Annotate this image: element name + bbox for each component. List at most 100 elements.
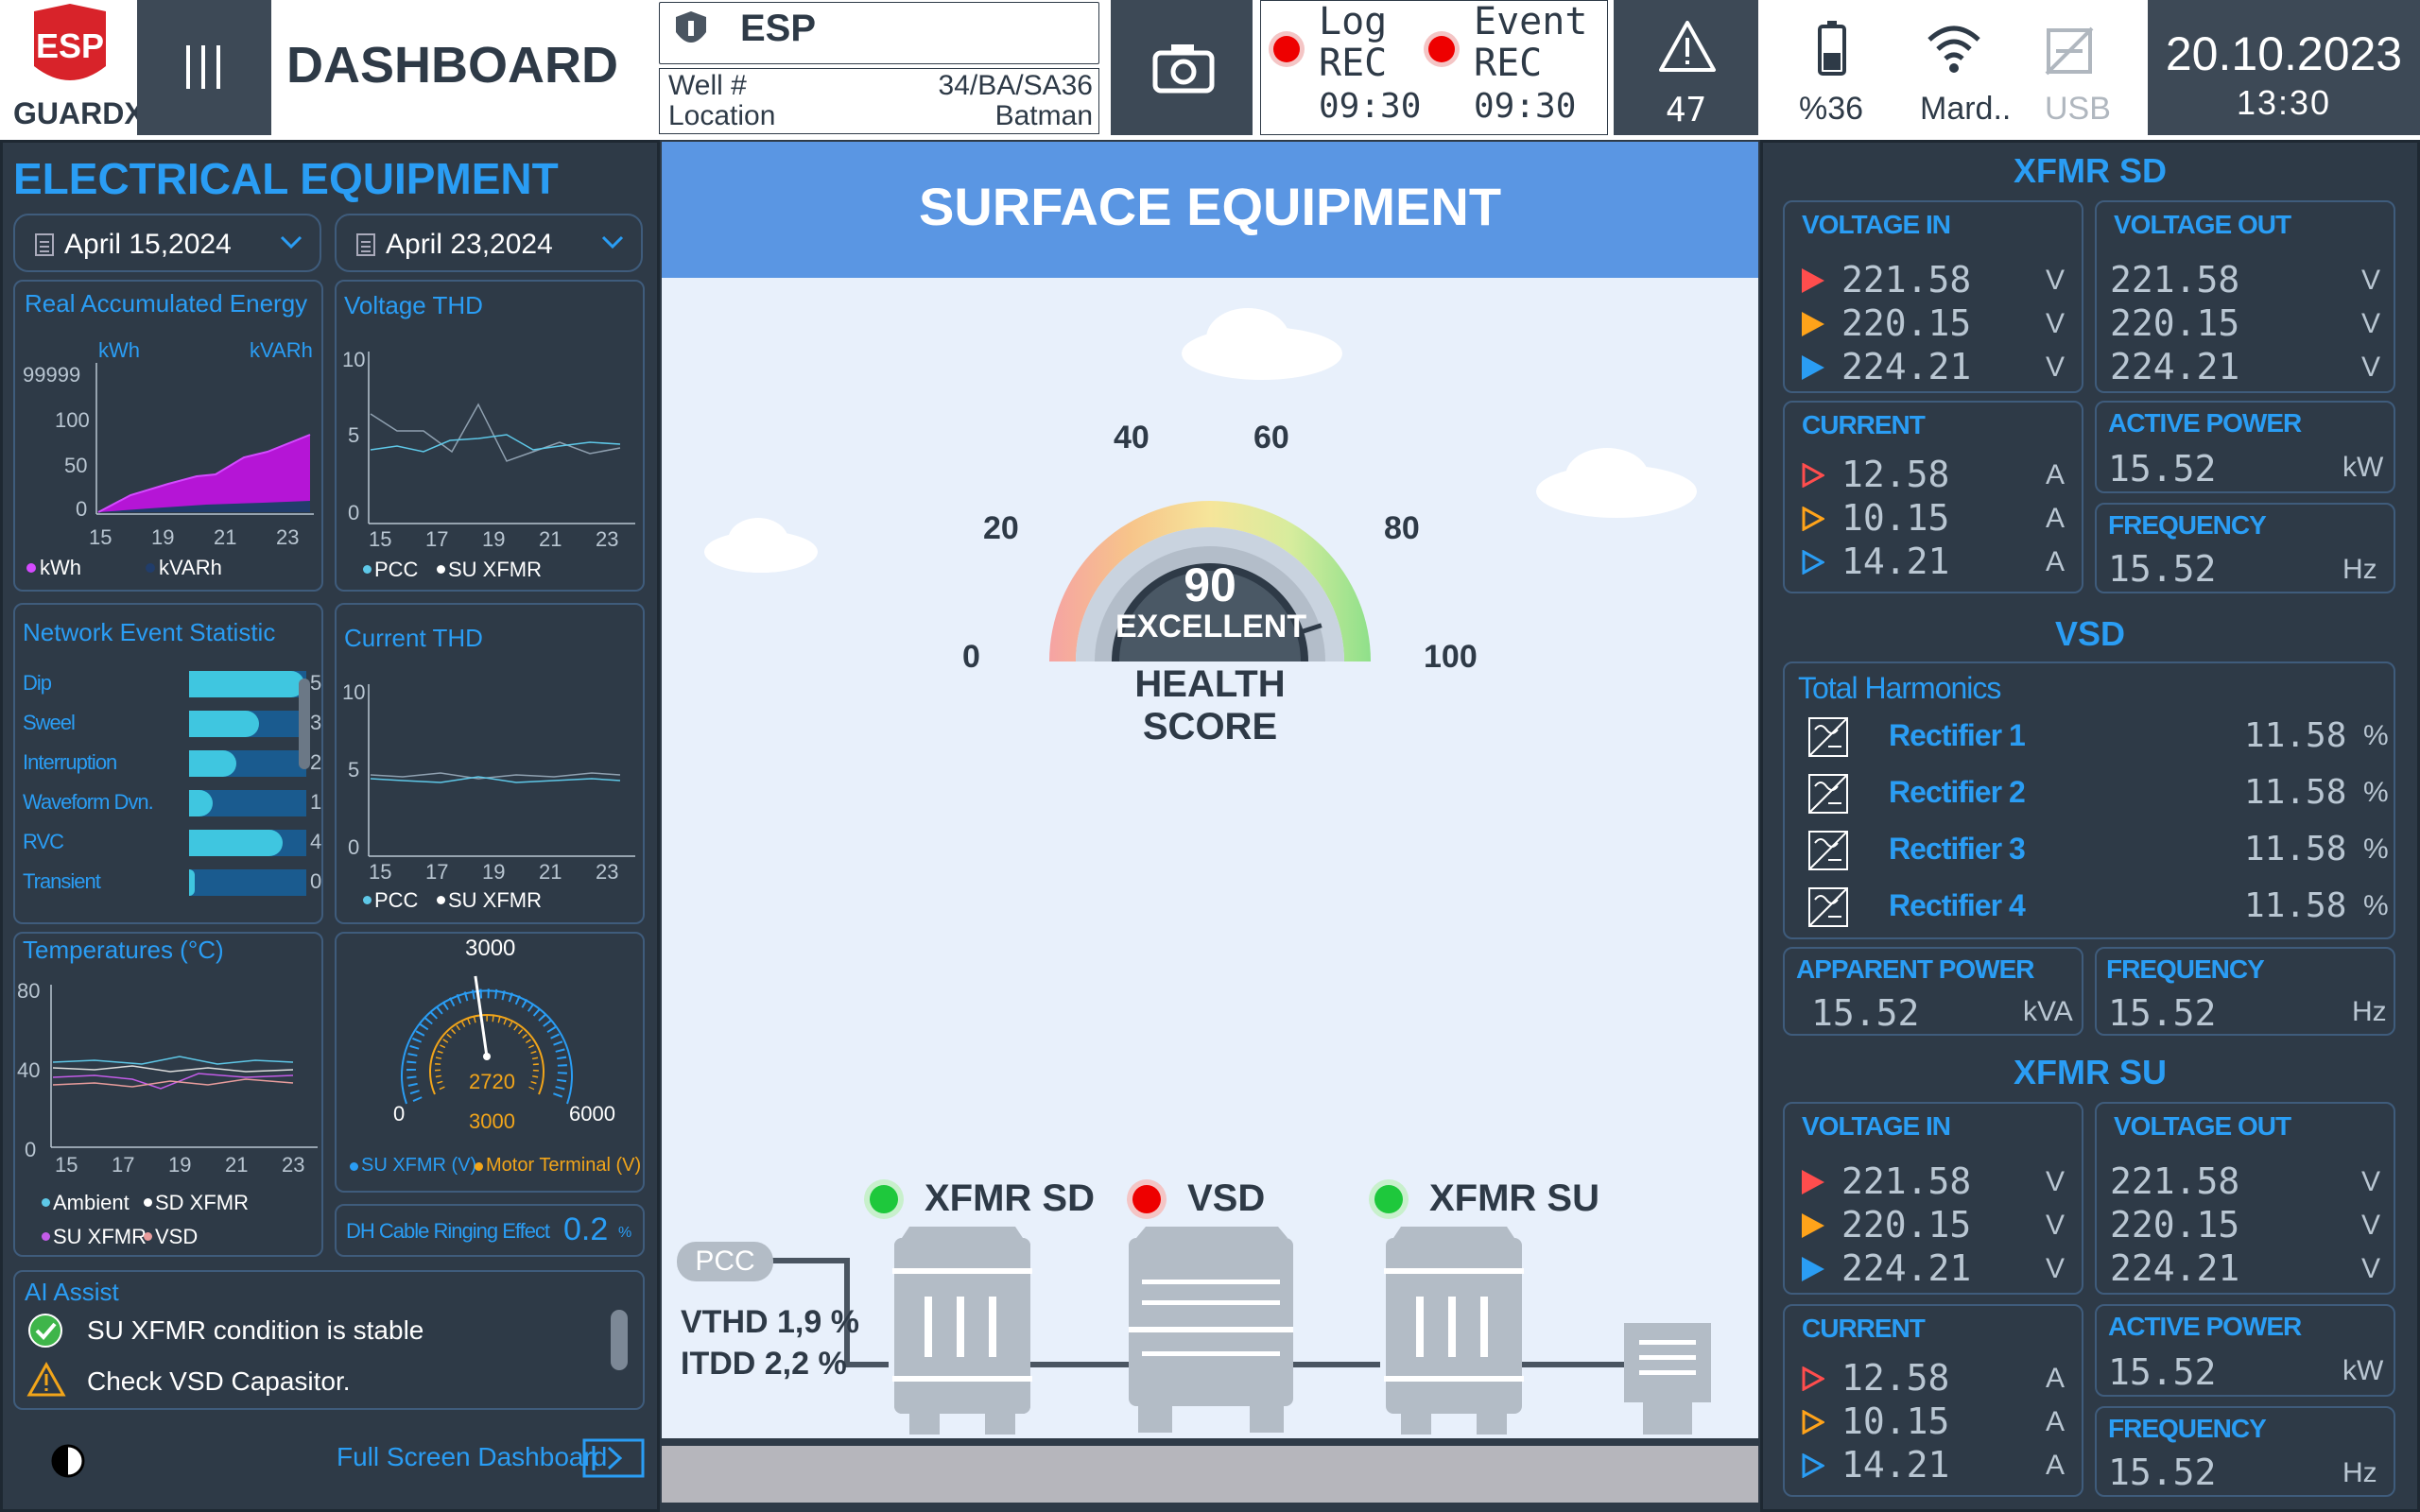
card-label: ACTIVE POWER [2108, 1312, 2302, 1341]
phase-icon [1802, 550, 1824, 575]
ringing-effect: DH Cable Ringing Effect 0.2 % [335, 1204, 645, 1257]
ai-title: AI Assist [25, 1278, 119, 1306]
x-tick: 19 [482, 527, 506, 551]
gauge-dial [401, 975, 573, 1105]
value: 224.21 [1841, 1247, 1972, 1289]
rectifier-value: 11.58 [2244, 773, 2347, 812]
value: 220.15 [2110, 302, 2240, 344]
camera-icon [1152, 44, 1215, 94]
x-tick: 17 [112, 1153, 135, 1177]
device-name: ESP [740, 8, 817, 49]
chart-title: Network Event Statistic [23, 618, 276, 646]
vthd-value: VTHD 1,9 % [681, 1304, 859, 1340]
alerts-count: 47 [1665, 91, 1707, 129]
phase-icon [1802, 1453, 1824, 1478]
date-from-select[interactable]: April 15,2024 [13, 214, 321, 272]
ai-message: SU XFMR condition is stable [87, 1315, 424, 1345]
rectifier-icon [1808, 887, 1848, 927]
usb-label: USB [2045, 91, 2111, 127]
date-to: April 23,2024 [386, 229, 553, 260]
alerts-button[interactable]: 47 [1614, 0, 1758, 135]
event-value: 0 [310, 869, 322, 893]
cthd-plot [368, 684, 635, 857]
date: 20.10.2023 [2165, 27, 2403, 80]
calendar-icon [35, 233, 54, 256]
voltage-in-card: VOLTAGE IN 221.58 V 220.15 V 224.21 V [1783, 1102, 2083, 1295]
usb-icon [2045, 26, 2094, 76]
event-label: Dip [23, 671, 52, 695]
value: 14.21 [1841, 1444, 1950, 1486]
value: 221.58 [2110, 1160, 2240, 1202]
phase-icon [1802, 507, 1824, 531]
calendar-icon [356, 233, 375, 256]
rectifier-icon [1808, 774, 1848, 814]
card-label: CURRENT [1802, 1314, 1926, 1343]
date-to-select[interactable]: April 23,2024 [335, 214, 643, 272]
rectifier-icon [1808, 831, 1848, 870]
y-tick: 0 [25, 1138, 37, 1161]
equipment-label: VSD [1187, 1177, 1266, 1219]
unit: V [2361, 352, 2381, 383]
scrollbar[interactable] [299, 679, 310, 769]
event-label: Waveform Dvn. [23, 790, 154, 814]
y-tick: 10 [342, 680, 366, 704]
unit: kW [2342, 452, 2384, 483]
page-title-area: DASHBOARD [271, 0, 654, 135]
card-label: FREQUENCY [2108, 510, 2267, 540]
event-bar-track [189, 869, 306, 896]
event-value: 2 [310, 750, 322, 774]
value: 224.21 [1841, 346, 1972, 387]
expand-icon[interactable] [582, 1438, 645, 1478]
menu-button[interactable] [137, 0, 271, 135]
gauge-tick: 60 [1253, 420, 1289, 455]
fullscreen-link[interactable]: Full Screen Dashboard [337, 1442, 607, 1472]
x-tick: 23 [596, 860, 619, 884]
battery-icon [1818, 21, 1846, 76]
unit: kW [2342, 1355, 2384, 1386]
shield-icon [676, 11, 706, 43]
phase-icon [1802, 1213, 1824, 1238]
x-tick: 21 [225, 1153, 249, 1177]
unit: V [2361, 265, 2381, 296]
well-info: ESP Well # 34/BA/SA36 Location Batman [657, 0, 1106, 135]
value: 221.58 [1841, 259, 1972, 301]
unit: A [2046, 459, 2066, 490]
scrollbar[interactable] [611, 1310, 628, 1370]
gauge-tick: 80 [1384, 510, 1420, 546]
voltage-out-card: VOLTAGE OUT 221.58 V 220.15 V 224.21 V [2095, 1102, 2395, 1295]
log-rec-time: 09:30 [1319, 87, 1422, 126]
y-tick: 5 [348, 758, 360, 782]
battery-level: %36 [1799, 91, 1864, 127]
value: 220.15 [1841, 1204, 1972, 1246]
contrast-toggle-icon[interactable] [49, 1442, 87, 1480]
gauge-tick: 40 [1114, 420, 1150, 455]
event-value: 1 [310, 790, 322, 814]
frequency-card: FREQUENCY 15.52 Hz [2095, 503, 2395, 593]
y-tick: 99999 [23, 363, 81, 387]
x-tick: 23 [282, 1153, 305, 1177]
value: 221.58 [1841, 1160, 1972, 1202]
rectifier-name: Rectifier 3 [1889, 832, 2026, 866]
temperatures-chart: Temperatures (°C) 80 40 0 15 17 19 21 23… [13, 932, 323, 1257]
section-title: VSD [2054, 614, 2126, 653]
temps-plot [50, 985, 318, 1148]
unit: V [2361, 308, 2381, 339]
value: 14.21 [1841, 541, 1950, 582]
y-tick: 0 [348, 501, 360, 524]
rectifier-unit: % [2363, 833, 2389, 865]
x-tick: 23 [276, 525, 300, 549]
x-tick: 23 [596, 527, 619, 551]
chart-title: Current THD [344, 624, 483, 652]
y-tick: 100 [55, 408, 90, 432]
legend-label: SU XFMR [448, 888, 542, 912]
rectifier-unit: % [2363, 720, 2389, 751]
vthd-plot [368, 352, 635, 524]
phase-icon [1802, 1410, 1824, 1435]
x-tick: 15 [55, 1153, 78, 1177]
card-label: FREQUENCY [2106, 954, 2265, 984]
chart-title: Temperatures (°C) [23, 936, 224, 964]
value: 220.15 [2110, 1204, 2240, 1246]
camera-button[interactable] [1111, 0, 1253, 135]
ai-assist: AI Assist SU XFMR condition is stable Ch… [13, 1270, 645, 1410]
health-status: EXCELLENT [1115, 609, 1307, 644]
